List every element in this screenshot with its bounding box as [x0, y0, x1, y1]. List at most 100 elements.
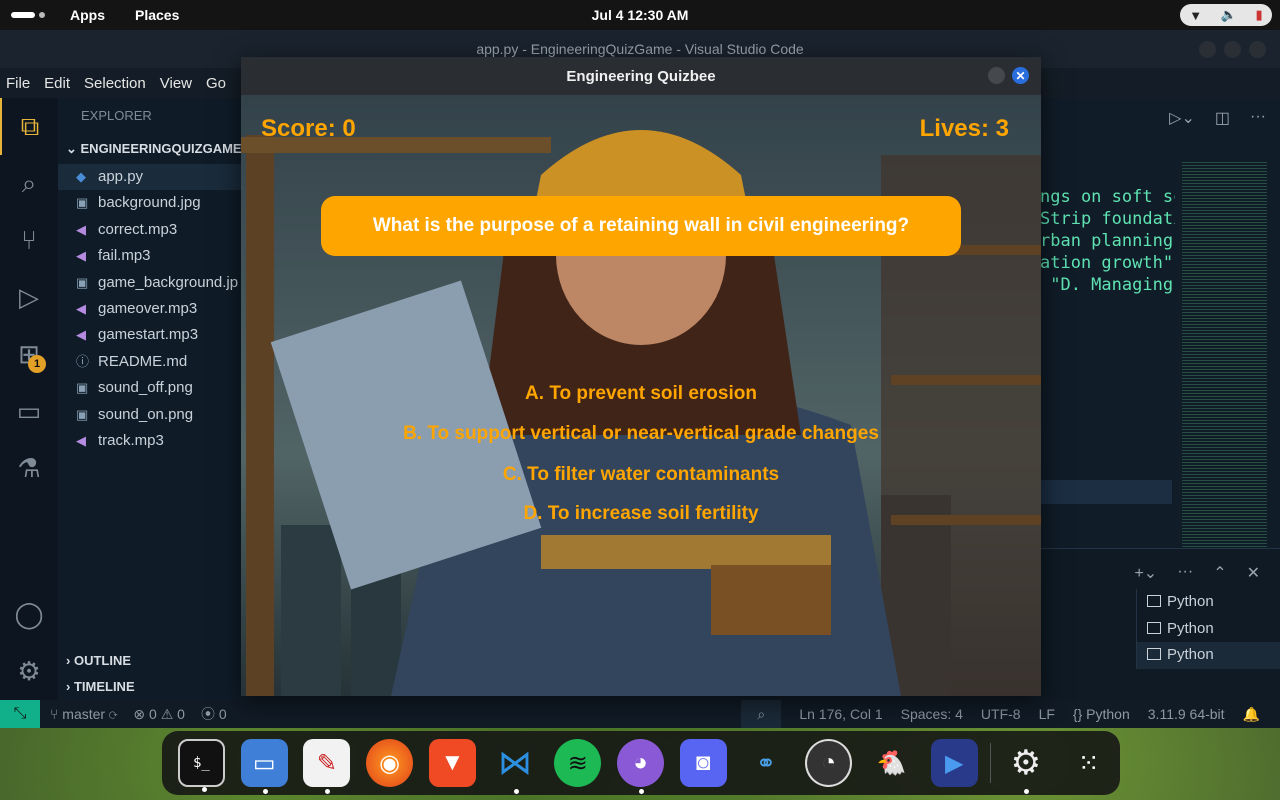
terminal-icon: [1147, 648, 1161, 660]
extensions-icon[interactable]: ⊞ 1: [0, 326, 58, 383]
file-item[interactable]: ▣ background.jpg: [58, 190, 242, 216]
terminal-panel: +⌄ ··· ⌃ ✕ Python Python Python: [1040, 548, 1280, 700]
minimize-button[interactable]: [1199, 41, 1216, 58]
discord-icon[interactable]: ◙: [679, 739, 727, 787]
apps-menu[interactable]: Apps: [70, 7, 105, 23]
chicken-game-icon[interactable]: 🐔: [868, 739, 915, 787]
app-grid-icon[interactable]: ⁙: [1065, 739, 1112, 787]
activities-button[interactable]: [8, 0, 48, 30]
file-item[interactable]: ◀ correct.mp3: [58, 217, 242, 243]
kdenlive-icon[interactable]: ▶: [930, 739, 978, 787]
more-actions-icon[interactable]: ···: [1250, 108, 1266, 128]
maximize-panel-icon[interactable]: ⌃: [1213, 563, 1226, 583]
menu-go[interactable]: Go: [206, 75, 226, 92]
remote-explorer-icon[interactable]: ▭: [0, 383, 58, 440]
system-tray[interactable]: ▼ 🔈 ▮: [1180, 4, 1272, 26]
menu-edit[interactable]: Edit: [44, 75, 70, 92]
source-control-icon[interactable]: ⑂: [0, 212, 58, 269]
cursor-position[interactable]: Ln 176, Col 1: [799, 706, 882, 722]
menu-selection[interactable]: Selection: [84, 75, 146, 92]
file-item[interactable]: ⓘ README.md: [58, 349, 242, 375]
timeline-section[interactable]: › TIMELINE: [58, 674, 242, 700]
zoom-icon[interactable]: ⌕: [741, 700, 782, 728]
language-mode[interactable]: {} Python: [1073, 706, 1130, 722]
run-debug-icon[interactable]: ▷: [0, 269, 58, 326]
more-icon[interactable]: ···: [1177, 563, 1193, 583]
settings-icon[interactable]: ⚙: [1002, 739, 1049, 794]
menu-file[interactable]: File: [6, 75, 30, 92]
volume-icon: 🔈: [1220, 7, 1237, 22]
game-canvas[interactable]: Score: 0 Lives: 3 What is the purpose of…: [241, 95, 1041, 696]
end-of-line[interactable]: LF: [1039, 706, 1055, 722]
indentation[interactable]: Spaces: 4: [901, 706, 963, 722]
status-bar: ⤡ ⑂ master ⟳ ⊗ 0 ⚠ 0 ⦿ 0 ⌕ Ln 176, Col 1…: [0, 700, 1280, 728]
file-item[interactable]: ◆ app.py: [58, 164, 242, 191]
firefox-icon[interactable]: ◉: [366, 739, 414, 787]
terminal-icon[interactable]: $_: [177, 739, 225, 792]
menu-view[interactable]: View: [160, 75, 192, 92]
explorer-sidebar: EXPLORER ⌄ ENGINEERINGQUIZGAME ◆ app.py ▣…: [58, 98, 242, 700]
info-file-icon: ⓘ: [76, 353, 90, 369]
answer-option-b[interactable]: B. To support vertical or near-vertical …: [241, 423, 1041, 445]
obs-icon[interactable]: ◔: [805, 739, 853, 787]
interpreter[interactable]: 3.11.9 64-bit: [1148, 706, 1225, 722]
minimap[interactable]: [1182, 160, 1267, 548]
window-title: app.py - EngineeringQuizGame - Visual St…: [476, 41, 804, 57]
python-file-icon: ◆: [76, 169, 86, 184]
file-item[interactable]: ▣ game_background.jp: [58, 270, 242, 296]
outline-section[interactable]: › OUTLINE: [58, 648, 242, 674]
extensions-badge: 1: [28, 355, 46, 373]
game-close-button[interactable]: ✕: [1012, 67, 1029, 84]
run-file-icon[interactable]: ▷⌄: [1169, 108, 1195, 128]
terminal-item[interactable]: Python: [1137, 589, 1280, 616]
terminal-item[interactable]: Python: [1137, 642, 1280, 669]
file-item[interactable]: ◀ gameover.mp3: [58, 296, 242, 322]
terminal-item[interactable]: Python: [1137, 616, 1280, 643]
notifications-bell-icon[interactable]: 🔔: [1243, 706, 1260, 723]
clock[interactable]: Jul 4 12:30 AM: [0, 7, 1280, 23]
testing-icon[interactable]: ⚗: [0, 440, 58, 497]
project-folder[interactable]: ⌄ ENGINEERINGQUIZGAME: [58, 134, 242, 164]
answer-option-a[interactable]: A. To prevent soil erosion: [241, 383, 1041, 405]
code-visible[interactable]: ngs on soft sc Strip foundati rban plannin…: [1040, 186, 1175, 296]
image-file-icon: ▣: [76, 406, 89, 422]
game-minimize-button[interactable]: [988, 67, 1005, 84]
image-file-icon: ▣: [76, 380, 89, 396]
file-item[interactable]: ▣ sound_on.png: [58, 402, 242, 428]
spotify-icon[interactable]: ≋: [554, 739, 602, 787]
github-icon[interactable]: ◕: [617, 739, 664, 794]
search-icon[interactable]: ⌕: [0, 155, 58, 212]
split-editor-icon[interactable]: ◫: [1215, 108, 1230, 128]
close-button[interactable]: [1249, 41, 1266, 58]
file-item[interactable]: ◀ gamestart.mp3: [58, 322, 242, 348]
file-item[interactable]: ▣ sound_off.png: [58, 375, 242, 401]
audio-file-icon: ◀: [76, 327, 86, 343]
encoding[interactable]: UTF-8: [981, 706, 1021, 722]
remote-indicator-icon[interactable]: ⤡: [0, 700, 40, 728]
file-item[interactable]: ◀ fail.mp3: [58, 243, 242, 269]
dock-separator: [989, 743, 991, 783]
image-file-icon: ▣: [76, 195, 89, 211]
problems-status[interactable]: ⊗ 0 ⚠ 0: [133, 706, 185, 723]
brave-icon[interactable]: ▼: [428, 739, 476, 787]
answer-option-d[interactable]: D. To increase soil fertility: [241, 503, 1041, 525]
places-menu[interactable]: Places: [135, 7, 179, 23]
maximize-button[interactable]: [1224, 41, 1241, 58]
files-icon[interactable]: ▭: [240, 739, 288, 794]
account-icon[interactable]: ◯: [0, 586, 58, 643]
question-box: What is the purpose of a retaining wall …: [321, 196, 961, 256]
terminal-list: Python Python Python: [1136, 589, 1280, 669]
explorer-icon[interactable]: ⧉: [0, 98, 58, 155]
audio-file-icon: ◀: [76, 221, 86, 237]
ports-status[interactable]: ⦿ 0: [201, 704, 227, 724]
steam-icon[interactable]: ⚭: [742, 739, 789, 787]
close-panel-icon[interactable]: ✕: [1247, 563, 1260, 583]
dock: $_ ▭ ✎ ◉ ▼ ⋈ ≋ ◕ ◙ ⚭ ◔ 🐔 ▶ ⚙ ⁙: [162, 731, 1120, 795]
file-item[interactable]: ◀ track.mp3: [58, 428, 242, 454]
text-editor-icon[interactable]: ✎: [303, 739, 351, 794]
branch-status[interactable]: ⑂ master ⟳: [50, 706, 117, 722]
manage-gear-icon[interactable]: ⚙: [0, 643, 58, 700]
answer-option-c[interactable]: C. To filter water contaminants: [241, 464, 1041, 486]
new-terminal-icon[interactable]: +⌄: [1134, 563, 1157, 583]
vscode-icon[interactable]: ⋈: [492, 739, 539, 794]
